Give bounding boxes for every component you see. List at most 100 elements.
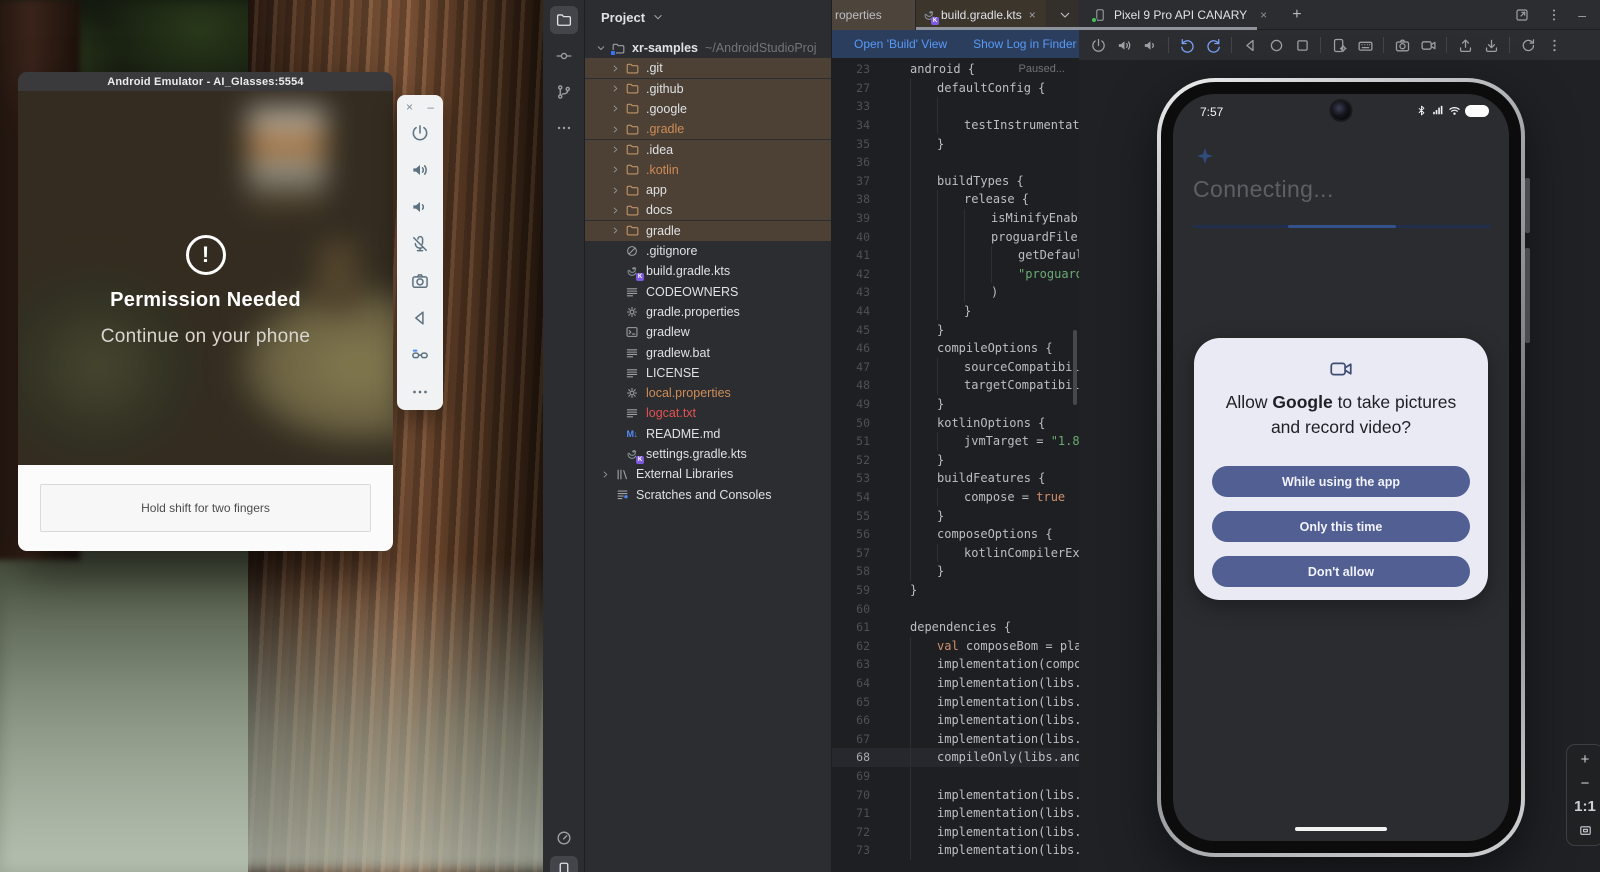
zoom-out-button[interactable]: − — [1581, 776, 1590, 791]
code-line-27[interactable]: 27defaultConfig { — [832, 79, 1079, 98]
tree-row--gitignore[interactable]: .gitignore — [585, 241, 831, 261]
code-line-64[interactable]: 64implementation(libs.andro — [832, 674, 1079, 693]
chevron-down-icon[interactable] — [1057, 7, 1073, 23]
emulator-volume-up-button[interactable] — [410, 151, 430, 188]
tree-row--idea[interactable]: .idea — [585, 140, 831, 160]
code-line-71[interactable]: 71implementation(libs.andro — [832, 804, 1079, 823]
emulator-power-button[interactable] — [410, 114, 430, 151]
emulator-camera-button[interactable] — [410, 262, 430, 299]
code-line-60[interactable]: 60 — [832, 599, 1079, 618]
code-line-58[interactable]: 58} — [832, 562, 1079, 581]
code-line-40[interactable]: 40proguardFiles( — [832, 227, 1079, 246]
tree-row--github[interactable]: .github — [585, 79, 831, 99]
code-line-65[interactable]: 65implementation(libs.andro — [832, 692, 1079, 711]
phone-screen[interactable]: 7:57 Connecting... — [1173, 94, 1509, 841]
editor-tab-build-gradle[interactable]: K build.gradle.kts × — [916, 0, 1046, 30]
code-line-53[interactable]: 53buildFeatures { — [832, 469, 1079, 488]
while-using-app-button[interactable]: While using the app — [1212, 466, 1470, 497]
device-volume-up-button[interactable] — [1111, 37, 1137, 54]
tree-row-docs[interactable]: docs — [585, 200, 831, 220]
tree-row--gradle[interactable]: .gradle — [585, 119, 831, 139]
emulator-screen[interactable]: ! Permission Needed Continue on your pho… — [18, 91, 393, 465]
code-line-57[interactable]: 57kotlinCompilerExtension — [832, 544, 1079, 563]
code-line-48[interactable]: 48targetCompatibility — [832, 376, 1079, 395]
close-icon[interactable]: × — [1029, 8, 1036, 22]
tree-row-scratches-and-consoles[interactable]: Scratches and Consoles — [585, 485, 831, 505]
device-volume-down-button[interactable] — [1137, 37, 1163, 54]
code-line-66[interactable]: 66implementation(libs.andro — [832, 711, 1079, 730]
device-kebab-button[interactable] — [1541, 37, 1567, 54]
code-line-46[interactable]: 46compileOptions { — [832, 339, 1079, 358]
code-line-67[interactable]: 67implementation(libs.kotli — [832, 730, 1079, 749]
tree-row-gradlew[interactable]: gradlew — [585, 322, 831, 342]
tree-row-readme-md[interactable]: M↓README.md — [585, 424, 831, 444]
code-area[interactable]: 23android {Paused...27defaultConfig {333… — [832, 60, 1079, 872]
tree-row-license[interactable]: LICENSE — [585, 363, 831, 383]
tree-row-local-properties[interactable]: local.properties — [585, 383, 831, 403]
code-line-72[interactable]: 72implementation(libs.andro — [832, 823, 1079, 842]
chevron-right-icon[interactable] — [597, 469, 613, 480]
device-camera-button[interactable] — [1389, 37, 1415, 54]
code-line-43[interactable]: 43) — [832, 283, 1079, 302]
tree-row--google[interactable]: .google — [585, 99, 831, 119]
minimize-icon[interactable]: – — [427, 100, 434, 114]
chevron-right-icon[interactable] — [607, 63, 623, 74]
tool-strip-speedometer-button[interactable] — [550, 824, 578, 852]
code-line-54[interactable]: 54compose = true — [832, 488, 1079, 507]
tool-strip-branch-button[interactable] — [550, 78, 578, 106]
device-reset-button[interactable] — [1515, 37, 1541, 54]
tree-row--kotlin[interactable]: .kotlin — [585, 160, 831, 180]
code-line-61[interactable]: 61dependencies { — [832, 618, 1079, 637]
open-build-view-link[interactable]: Open 'Build' View — [854, 37, 947, 51]
chevron-right-icon[interactable] — [607, 225, 623, 236]
minimize-icon[interactable]: – — [1578, 7, 1586, 23]
chevron-right-icon[interactable] — [607, 83, 623, 94]
tree-row-logcat-txt[interactable]: logcat.txt — [585, 403, 831, 423]
code-line-45[interactable]: 45} — [832, 320, 1079, 339]
code-line-70[interactable]: 70implementation(libs.mater — [832, 785, 1079, 804]
device-upload-button[interactable] — [1452, 37, 1478, 54]
tree-row-external-libraries[interactable]: External Libraries — [585, 464, 831, 484]
tool-strip-commit-button[interactable] — [550, 42, 578, 70]
emulator-back-button[interactable] — [410, 299, 430, 336]
chevron-down-icon[interactable] — [593, 42, 609, 54]
dont-allow-button[interactable]: Don't allow — [1212, 556, 1470, 587]
device-power-button[interactable] — [1085, 37, 1111, 54]
device-rotate-left-button[interactable] — [1174, 37, 1200, 54]
actual-size-button[interactable]: 1:1 — [1574, 799, 1596, 814]
code-line-34[interactable]: 34testInstrumentationRunner — [832, 116, 1079, 135]
kebab-menu-icon[interactable] — [1546, 7, 1562, 23]
tool-strip-more-h-button[interactable] — [550, 114, 578, 142]
code-line-63[interactable]: 63implementation(composeBom — [832, 655, 1079, 674]
code-line-49[interactable]: 49} — [832, 395, 1079, 414]
tree-row-app[interactable]: app — [585, 180, 831, 200]
code-line-47[interactable]: 47sourceCompatibility — [832, 358, 1079, 377]
open-in-new-window-icon[interactable] — [1514, 7, 1530, 23]
emulator-more-h-button[interactable] — [410, 373, 430, 410]
only-this-time-button[interactable]: Only this time — [1212, 511, 1470, 542]
device-tab[interactable]: Pixel 9 Pro API CANARY × + — [1079, 6, 1302, 24]
emulator-mic-off-button[interactable] — [410, 225, 430, 262]
code-line-59[interactable]: 59} — [832, 581, 1079, 600]
code-line-68[interactable]: 68compileOnly(libs.androidx — [832, 748, 1079, 767]
code-line-52[interactable]: 52} — [832, 451, 1079, 470]
close-icon[interactable]: × — [1260, 8, 1267, 22]
code-line-55[interactable]: 55} — [832, 506, 1079, 525]
chevron-right-icon[interactable] — [607, 185, 623, 196]
editor-scrollbar[interactable] — [1073, 330, 1077, 405]
tree-row-codeowners[interactable]: CODEOWNERS — [585, 282, 831, 302]
code-line-39[interactable]: 39isMinifyEnabled — [832, 209, 1079, 228]
code-line-69[interactable]: 69 — [832, 767, 1079, 786]
chevron-right-icon[interactable] — [607, 144, 623, 155]
code-line-38[interactable]: 38release { — [832, 190, 1079, 209]
code-line-33[interactable]: 33 — [832, 97, 1079, 116]
chevron-right-icon[interactable] — [607, 164, 623, 175]
chevron-right-icon[interactable] — [607, 124, 623, 135]
tool-strip-project-button[interactable] — [550, 6, 578, 34]
code-line-73[interactable]: 73implementation(libs.andro — [832, 841, 1079, 860]
tree-row-xr-samples[interactable]: xr-samples~/AndroidStudioProj — [585, 38, 831, 58]
code-line-23[interactable]: 23android {Paused... — [832, 60, 1079, 79]
editor-tab-properties[interactable]: roperties — [832, 0, 916, 30]
tree-row-gradle[interactable]: gradle — [585, 221, 831, 241]
add-device-tab-icon[interactable]: + — [1292, 6, 1301, 24]
